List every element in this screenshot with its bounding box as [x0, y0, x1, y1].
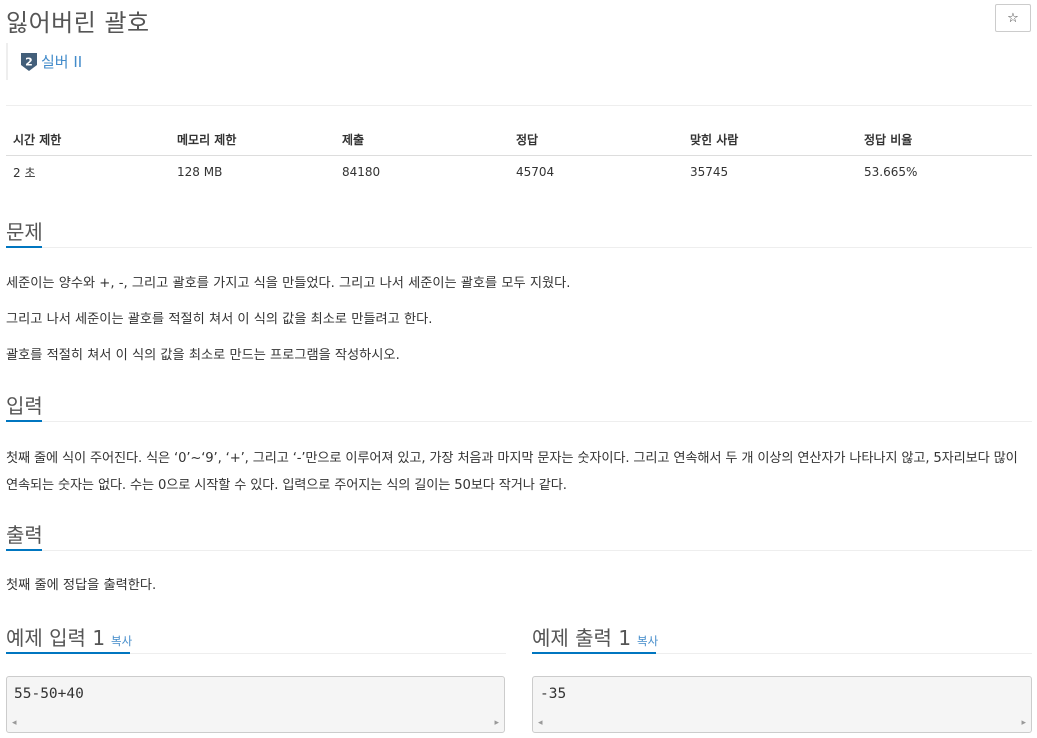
sample-output-title: 예제 출력 1 [532, 626, 632, 650]
value-accept-ratio: 53.665% [864, 165, 918, 179]
divider [6, 247, 1032, 248]
sample-input-value: 55-50+40 [14, 686, 84, 702]
header-accepted: 정답 [509, 123, 683, 156]
description-paragraph-2: 그리고 나서 세준이는 괄호를 적절히 쳐서 이 식의 값을 최소로 만들려고 … [6, 312, 433, 327]
divider [6, 421, 1032, 422]
heading-underline [6, 549, 42, 551]
value-accepted[interactable]: 45704 [509, 156, 683, 189]
problem-info-table: 시간 제한 메모리 제한 제출 정답 맞힌 사람 정답 비율 2 초 128 M… [6, 123, 1032, 188]
description-paragraph-1: 세준이는 양수와 +, -, 그리고 괄호를 가지고 식을 만들었다. 그리고 … [6, 276, 571, 291]
sample-output-box[interactable]: -35 ◂ ▸ [532, 676, 1032, 733]
star-icon: ☆ [1007, 10, 1019, 26]
scroll-right-icon[interactable]: ▸ [494, 718, 499, 728]
divider [6, 550, 1032, 551]
output-paragraph: 첫째 줄에 정답을 출력한다. [6, 578, 157, 593]
table-row: 2 초 128 MB 84180 45704 35745 53.665% [6, 156, 1032, 189]
copy-output-button[interactable]: 복사 [637, 634, 658, 648]
scroll-right-icon[interactable]: ▸ [1021, 718, 1026, 728]
sample-input-box[interactable]: 55-50+40 ◂ ▸ [6, 676, 505, 733]
value-submissions[interactable]: 84180 [335, 156, 509, 189]
description-paragraph-3: 괄호를 적절히 쳐서 이 식의 값을 최소로 만드는 프로그램을 작성하시오. [6, 348, 400, 363]
sample-input-heading: 예제 입력 1 복사 [6, 622, 132, 651]
sample-output-heading: 예제 출력 1 복사 [532, 622, 658, 651]
header-time-limit: 시간 제한 [6, 123, 170, 156]
scroll-left-icon[interactable]: ◂ [12, 718, 17, 728]
scroll-left-icon[interactable]: ◂ [538, 718, 543, 728]
star-button[interactable]: ☆ [995, 4, 1031, 32]
sample-input-title: 예제 입력 1 [6, 626, 106, 650]
heading-underline [6, 420, 42, 422]
header-submissions: 제출 [335, 123, 509, 156]
sample-output-value: -35 [540, 686, 567, 702]
heading-underline [6, 652, 130, 654]
header-solved-users: 맞힌 사람 [683, 123, 857, 156]
problem-title: 잃어버린 괄호 [6, 9, 150, 37]
header-memory-limit: 메모리 제한 [170, 123, 335, 156]
input-paragraph: 첫째 줄에 식이 주어진다. 식은 ‘0’~‘9’, ‘+’, 그리고 ‘-’만… [6, 451, 1018, 493]
tier-number: 2 [25, 56, 33, 69]
heading-underline [532, 652, 656, 654]
heading-underline [6, 246, 42, 248]
tier-badge-icon: 2 [21, 53, 37, 71]
problem-tier: 2 실버 II [6, 43, 98, 80]
value-time-limit: 2 초 [13, 165, 36, 180]
description-heading: 문제 [6, 220, 43, 244]
tier-label-link[interactable]: 실버 II [41, 51, 82, 72]
divider [6, 105, 1032, 106]
value-memory-limit: 128 MB [177, 165, 223, 179]
input-heading: 입력 [6, 394, 43, 418]
header-accept-ratio: 정답 비율 [857, 123, 1032, 156]
copy-input-button[interactable]: 복사 [111, 634, 132, 648]
value-solved-users[interactable]: 35745 [683, 156, 857, 189]
output-heading: 출력 [6, 523, 43, 547]
